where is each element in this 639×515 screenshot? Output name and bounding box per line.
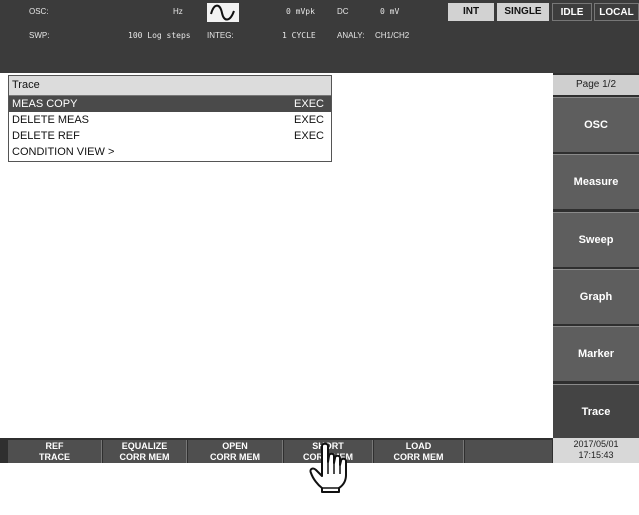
button-line2: CORR MEM [210,452,260,462]
integ-label: INTEG: [207,31,234,40]
trace-menu: Trace MEAS COPY EXEC DELETE MEAS EXEC DE… [8,75,332,162]
dc-label: DC [337,7,349,16]
menu-item-label: CONDITION VIEW > [12,146,115,158]
menu-item-action: EXEC [294,98,324,110]
empty-softkey[interactable] [465,440,552,463]
button-line1: LOAD [405,441,432,451]
amplitude-value: 0 mVpk [286,7,315,16]
equalize-corr-mem-button[interactable]: EQUALIZE CORR MEM [103,440,187,463]
sine-wave-icon[interactable] [207,3,239,22]
analy-label: ANALY: [337,31,365,40]
osc-unit: Hz [173,7,183,16]
hand-pointer-icon [309,442,347,493]
idle-indicator: IDLE [552,3,592,21]
int-button[interactable]: INT [448,3,494,21]
softkey-osc[interactable]: OSC [553,97,639,152]
page-indicator[interactable]: Page 1/2 [553,75,639,95]
button-line2: CORR MEM [393,452,444,462]
open-corr-mem-button[interactable]: OPEN CORR MEM [188,440,283,463]
softkey-marker[interactable]: Marker [553,326,639,381]
analy-value: CH1/CH2 [375,31,410,40]
local-button[interactable]: LOCAL [594,3,639,21]
menu-item-meas-copy[interactable]: MEAS COPY EXEC [9,96,331,112]
menu-item-action: EXEC [294,130,324,142]
swp-value: 100 Log steps [128,31,191,40]
menu-item-label: DELETE MEAS [12,114,90,126]
button-line1: REF [45,441,64,451]
integ-value: 1 CYCLE [282,31,316,40]
analyzer-screen: OSC: Hz 0 mVpk DC 0 mV INT SINGLE IDLE L… [0,0,639,463]
swp-label: SWP: [29,31,50,40]
menu-item-action: EXEC [294,114,324,126]
menu-item-label: DELETE REF [12,130,80,142]
ref-trace-button[interactable]: REF TRACE [8,440,102,463]
status-bar: OSC: Hz 0 mVpk DC 0 mV INT SINGLE IDLE L… [0,0,639,73]
menu-item-delete-ref[interactable]: DELETE REF EXEC [9,128,331,144]
button-line2: TRACE [39,452,70,462]
menu-item-condition-view[interactable]: CONDITION VIEW > [9,144,331,160]
load-corr-mem-button[interactable]: LOAD CORR MEM [374,440,464,463]
single-button[interactable]: SINGLE [497,3,549,21]
softkey-measure[interactable]: Measure [553,154,639,209]
menu-item-delete-meas[interactable]: DELETE MEAS EXEC [9,112,331,128]
button-line2: CORR MEM [119,452,170,462]
softkey-graph[interactable]: Graph [553,269,639,324]
dc-value: 0 mV [380,7,400,16]
button-line1: EQUALIZE [121,441,168,451]
osc-label: OSC: [29,7,49,16]
button-line1: OPEN [222,441,248,451]
softkey-trace[interactable]: Trace [553,384,639,439]
menu-item-label: MEAS COPY [12,98,78,110]
time-text: 17:15:43 [578,450,614,460]
date-time-display: 2017/05/01 17:15:43 [553,438,639,463]
menu-title: Trace [9,76,331,96]
date-text: 2017/05/01 [573,439,619,449]
softkey-sweep[interactable]: Sweep [553,212,639,267]
